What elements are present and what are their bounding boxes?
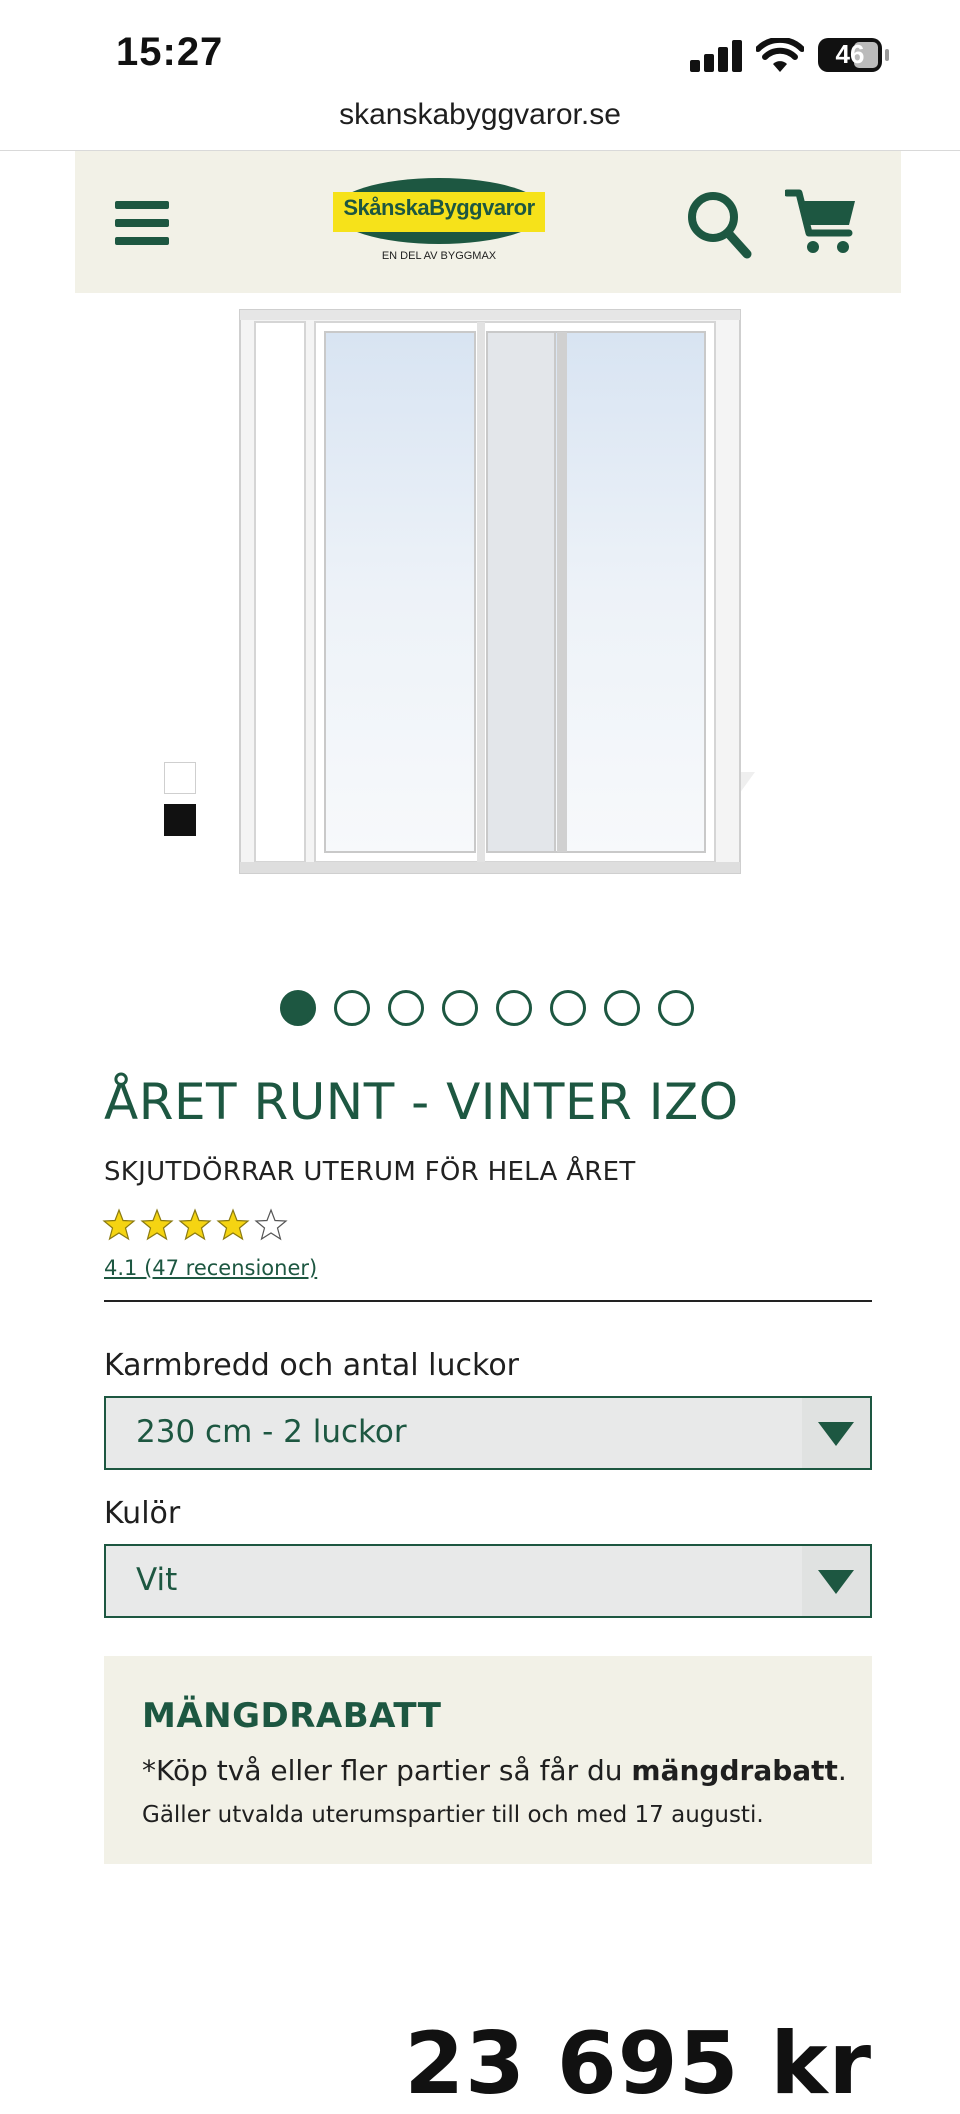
- wifi-icon: [756, 38, 804, 72]
- chevron-down-icon: [802, 1546, 870, 1616]
- product-subtitle: SKJUTDÖRRAR UTERUM FÖR HELA ÅRET: [104, 1157, 636, 1187]
- promo-box: MÄNGDRABATT *Köp två eller fler partier …: [104, 1656, 872, 1864]
- gallery-dot[interactable]: [442, 990, 478, 1026]
- gallery-pagination: [280, 990, 700, 1026]
- star-filled-icon: [216, 1208, 250, 1241]
- product-image[interactable]: [235, 302, 755, 887]
- promo-text-prefix: *Köp två eller fler partier så får du: [142, 1754, 632, 1787]
- star-filled-icon: [102, 1208, 136, 1241]
- address-bar-url[interactable]: skanskabyggvaror.se: [0, 98, 960, 132]
- star-filled-icon: [178, 1208, 212, 1241]
- logo-brand-text: SkånskaByggvaror: [343, 195, 535, 220]
- star-filled-icon: [140, 1208, 174, 1241]
- cart-icon[interactable]: [785, 187, 859, 257]
- color-swatch-black[interactable]: [164, 804, 196, 836]
- hamburger-icon[interactable]: [115, 201, 169, 245]
- status-time: 15:27: [116, 30, 224, 74]
- gallery-dot[interactable]: [550, 990, 586, 1026]
- promo-text: *Köp två eller fler partier så får du mä…: [142, 1754, 847, 1787]
- product-price: 23 695 kr: [404, 2014, 872, 2114]
- color-select-value: Vit: [136, 1562, 178, 1598]
- search-icon[interactable]: [685, 189, 753, 261]
- star-empty-icon: [254, 1208, 288, 1241]
- chevron-down-icon: [802, 1398, 870, 1468]
- status-bar: 15:27 46: [0, 0, 960, 110]
- logo-tagline: EN DEL AV BYGGMAX: [381, 250, 497, 262]
- promo-terms: Gäller utvalda uterumspartier till och m…: [142, 1802, 764, 1828]
- cellular-signal-icon: [690, 40, 742, 72]
- width-select[interactable]: 230 cm - 2 luckor: [104, 1396, 872, 1470]
- gallery-dot[interactable]: [496, 990, 532, 1026]
- promo-heading: MÄNGDRABATT: [142, 1696, 442, 1736]
- color-swatch-white[interactable]: [164, 762, 196, 794]
- divider: [104, 1300, 872, 1302]
- site-logo[interactable]: SkånskaByggvaror EN DEL AV BYGGMAX: [333, 178, 549, 266]
- battery-icon: 46: [818, 38, 889, 72]
- site-header: SkånskaByggvaror EN DEL AV BYGGMAX: [75, 151, 901, 293]
- width-select-label: Karmbredd och antal luckor: [104, 1348, 520, 1383]
- product-title: ÅRET RUNT - VINTER IZO: [104, 1073, 739, 1131]
- promo-text-suffix: .: [837, 1754, 847, 1787]
- reviews-link[interactable]: 4.1 (47 recensioner): [104, 1256, 317, 1280]
- color-select[interactable]: Vit: [104, 1544, 872, 1618]
- gallery-dot[interactable]: [604, 990, 640, 1026]
- color-select-label: Kulör: [104, 1496, 181, 1531]
- gallery-dot[interactable]: [280, 990, 316, 1026]
- battery-level: 46: [835, 39, 865, 69]
- gallery-dot[interactable]: [334, 990, 370, 1026]
- width-select-value: 230 cm - 2 luckor: [136, 1414, 407, 1450]
- gallery-dot[interactable]: [388, 990, 424, 1026]
- gallery-dot[interactable]: [658, 990, 694, 1026]
- promo-text-bold: mängdrabatt: [631, 1754, 838, 1787]
